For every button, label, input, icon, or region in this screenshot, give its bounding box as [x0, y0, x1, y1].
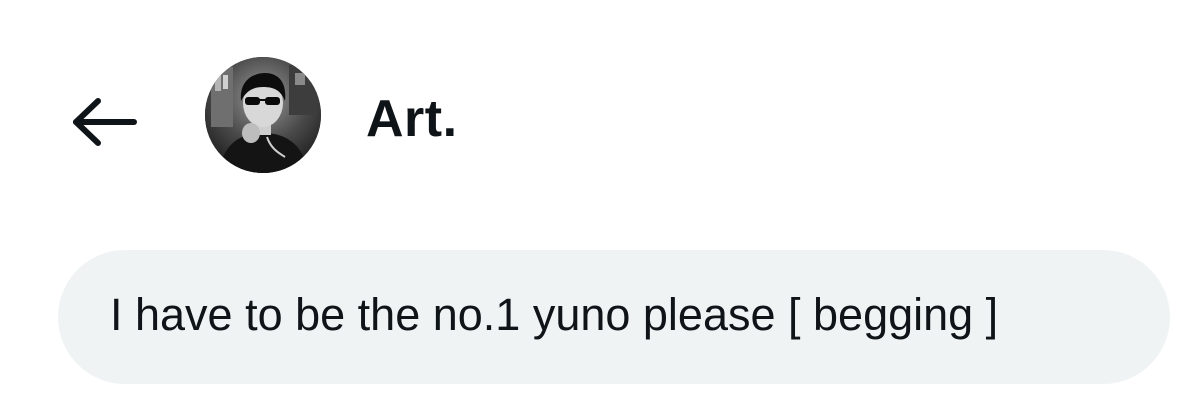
message-text: I have to be the no.1 yuno please [ begg… [110, 288, 999, 340]
arrow-left-icon [73, 98, 137, 146]
display-name[interactable]: Art. [366, 88, 458, 150]
user-avatar-photo [205, 57, 321, 173]
message-bubble[interactable]: I have to be the no.1 yuno please [ begg… [58, 250, 1170, 384]
back-button[interactable] [66, 88, 142, 156]
conversation-header: Art. [0, 0, 1200, 230]
avatar[interactable] [205, 57, 321, 173]
